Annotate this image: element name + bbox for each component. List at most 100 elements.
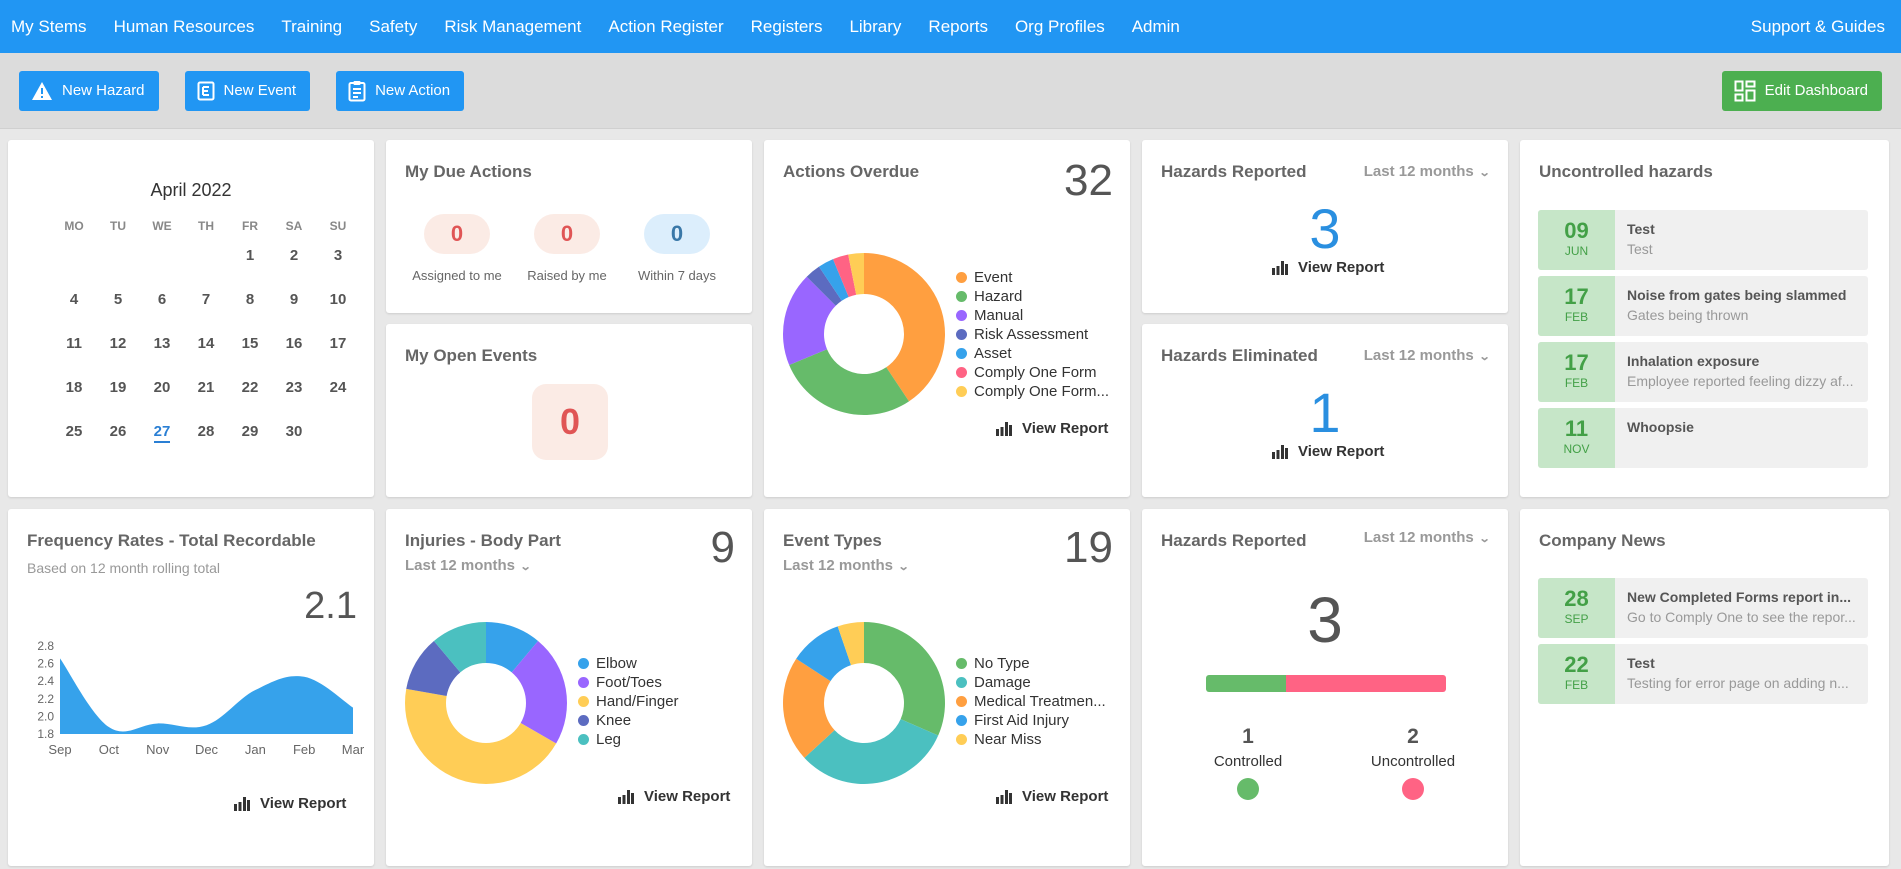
nav-registers[interactable]: Registers <box>744 17 830 37</box>
calendar-day[interactable]: 14 <box>184 335 228 379</box>
calendar-day[interactable]: 11 <box>52 335 96 379</box>
list-item[interactable]: 17 FEB Inhalation exposure Employee reporte… <box>1538 342 1868 402</box>
list-item[interactable]: 22 FEB Test Testing for error page on addin… <box>1538 644 1868 704</box>
nav-safety[interactable]: Safety <box>362 17 424 37</box>
nav-training[interactable]: Training <box>274 17 349 37</box>
calendar-day[interactable]: 18 <box>52 379 96 423</box>
assigned-to-me[interactable]: 0 Assigned to me <box>402 214 512 284</box>
nav-library[interactable]: Library <box>842 17 908 37</box>
legend-item[interactable]: Damage <box>956 673 1106 692</box>
nav-my-stems[interactable]: My Stems <box>4 17 94 37</box>
nav-support-guides[interactable]: Support & Guides <box>1744 17 1901 37</box>
legend-item[interactable]: Near Miss <box>956 730 1106 749</box>
donut-slice[interactable] <box>789 349 910 415</box>
calendar-day[interactable]: 30 <box>272 423 316 467</box>
injuries-period-select[interactable]: Last 12 months ⌄ <box>405 557 532 574</box>
item-text: Test Test <box>1615 210 1868 270</box>
calendar-day[interactable]: 17 <box>316 335 360 379</box>
legend-item[interactable]: Manual <box>956 306 1109 325</box>
calendar-day[interactable]: 26 <box>96 423 140 467</box>
injuries-view-report[interactable]: View Report <box>618 788 730 805</box>
edit-dashboard-button[interactable]: Edit Dashboard <box>1721 70 1882 111</box>
frequency-subtitle: Based on 12 month rolling total <box>27 560 221 576</box>
new-event-button[interactable]: New Event <box>184 70 311 111</box>
area-series[interactable] <box>60 658 353 734</box>
legend-item[interactable]: Knee <box>578 711 679 730</box>
list-item[interactable]: 28 SEP New Completed Forms report in... Go … <box>1538 578 1868 638</box>
calendar-day[interactable]: 10 <box>316 291 360 335</box>
calendar-day[interactable]: 6 <box>140 291 184 335</box>
legend-item[interactable]: Foot/Toes <box>578 673 679 692</box>
event-types-period-select[interactable]: Last 12 months ⌄ <box>783 557 910 574</box>
calendar-day[interactable]: 22 <box>228 379 272 423</box>
calendar-day[interactable]: 8 <box>228 291 272 335</box>
list-item[interactable]: 09 JUN Test Test <box>1538 210 1868 270</box>
period-label: Last 12 months <box>1363 347 1474 364</box>
top-nav: My Stems Human Resources Training Safety… <box>0 0 1901 53</box>
calendar-day[interactable]: 20 <box>140 379 184 423</box>
calendar-day[interactable]: 3 <box>316 247 360 291</box>
hazards-eliminated-period-select[interactable]: Last 12 months ⌄ <box>1363 347 1491 364</box>
calendar-day[interactable]: 15 <box>228 335 272 379</box>
legend-item[interactable]: Asset <box>956 344 1109 363</box>
calendar-day[interactable]: 29 <box>228 423 272 467</box>
actions-overdue-view-report[interactable]: View Report <box>996 420 1108 437</box>
calendar-day[interactable]: 24 <box>316 379 360 423</box>
open-events-count[interactable]: 0 <box>532 384 608 460</box>
calendar-day[interactable]: 21 <box>184 379 228 423</box>
calendar-day[interactable]: 19 <box>96 379 140 423</box>
nav-org-profiles[interactable]: Org Profiles <box>1008 17 1112 37</box>
calendar-day[interactable]: 16 <box>272 335 316 379</box>
list-item[interactable]: 11 NOV Whoopsie <box>1538 408 1868 468</box>
calendar-day[interactable]: 28 <box>184 423 228 467</box>
legend-item[interactable]: Comply One Form... <box>956 382 1109 401</box>
calendar-day[interactable]: 1 <box>228 247 272 291</box>
calendar-day[interactable]: 23 <box>272 379 316 423</box>
legend-item[interactable]: Hand/Finger <box>578 692 679 711</box>
legend-item[interactable]: Risk Assessment <box>956 325 1109 344</box>
nav-admin[interactable]: Admin <box>1125 17 1187 37</box>
x-tick-label: Nov <box>146 742 170 757</box>
legend-item[interactable]: Medical Treatmen... <box>956 692 1106 711</box>
event-types-view-report[interactable]: View Report <box>996 788 1108 805</box>
legend-item[interactable]: First Aid Injury <box>956 711 1106 730</box>
calendar-day[interactable]: 9 <box>272 291 316 335</box>
x-tick-label: Feb <box>293 742 315 757</box>
item-title: Noise from gates being slammed <box>1627 287 1847 303</box>
calendar-day-today[interactable]: 27 <box>140 423 184 467</box>
nav-human-resources[interactable]: Human Resources <box>107 17 262 37</box>
calendar-day[interactable]: 4 <box>52 291 96 335</box>
calendar-day[interactable]: 25 <box>52 423 96 467</box>
hazards-eliminated-card: Hazards Eliminated Last 12 months ⌄ 1 Vie… <box>1142 324 1508 497</box>
calendar-day[interactable]: 7 <box>184 291 228 335</box>
legend-item[interactable]: No Type <box>956 654 1106 673</box>
x-tick-label: Oct <box>99 742 120 757</box>
hazards-reported-period-select[interactable]: Last 12 months ⌄ <box>1364 163 1491 180</box>
calendar-day[interactable]: 13 <box>140 335 184 379</box>
legend-item[interactable]: Elbow <box>578 654 679 673</box>
frequency-view-report[interactable]: View Report <box>234 795 346 812</box>
weekday-header: SU <box>329 219 347 233</box>
legend-item[interactable]: Event <box>956 268 1109 287</box>
donut-slice[interactable] <box>864 622 945 736</box>
bar-chart-icon <box>1272 444 1288 459</box>
legend-item[interactable]: Comply One Form <box>956 363 1109 382</box>
raised-by-me[interactable]: 0 Raised by me <box>512 214 622 284</box>
within-7-days[interactable]: 0 Within 7 days <box>622 214 732 284</box>
new-action-button[interactable]: New Action <box>336 70 465 111</box>
nav-action-register[interactable]: Action Register <box>601 17 730 37</box>
legend-item[interactable]: Hazard <box>956 287 1109 306</box>
calendar-day[interactable]: 12 <box>96 335 140 379</box>
calendar-day[interactable]: 2 <box>272 247 316 291</box>
legend-item[interactable]: Leg <box>578 730 679 749</box>
nav-reports[interactable]: Reports <box>921 17 995 37</box>
hazards-reported-view-report[interactable]: View Report <box>1272 259 1384 276</box>
hazards-split-value: 3 <box>1307 584 1343 656</box>
hazards-eliminated-view-report[interactable]: View Report <box>1272 443 1384 460</box>
new-hazard-button[interactable]: New Hazard <box>19 70 159 111</box>
legend-label: Comply One Form... <box>974 383 1110 400</box>
list-item[interactable]: 17 FEB Noise from gates being slammed Gates… <box>1538 276 1868 336</box>
calendar-day[interactable]: 5 <box>96 291 140 335</box>
nav-risk-management[interactable]: Risk Management <box>437 17 588 37</box>
hazards-split-period-select[interactable]: Last 12 months ⌄ <box>1364 529 1491 546</box>
